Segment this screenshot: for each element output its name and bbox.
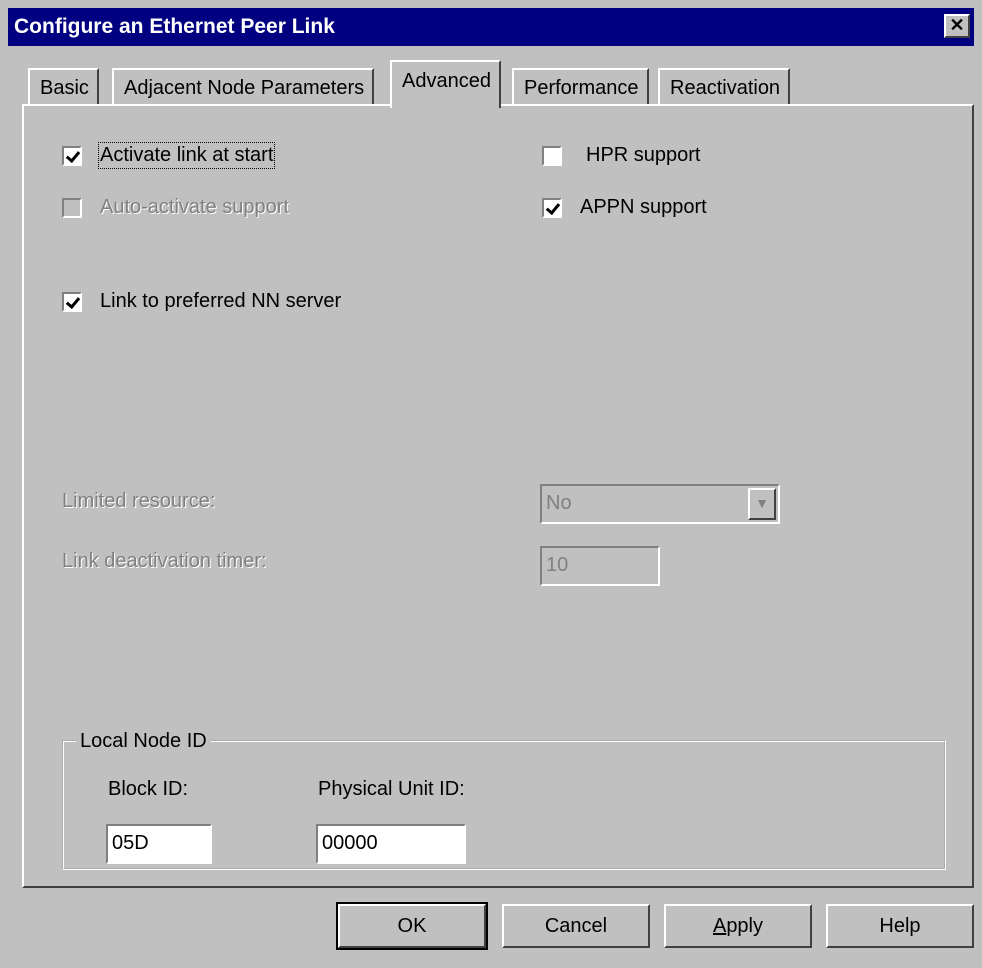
hpr-support-label: HPR support bbox=[586, 144, 701, 166]
activate-link-checkbox-box[interactable] bbox=[62, 145, 82, 166]
auto-activate-checkbox-box bbox=[62, 197, 82, 218]
block-id-label: Block ID: bbox=[108, 778, 189, 800]
deactivation-timer-label: Link deactivation timer: bbox=[62, 550, 267, 572]
activate-link-checkbox[interactable]: Activate link at start bbox=[62, 142, 276, 169]
physical-unit-id-input[interactable]: 00000 bbox=[316, 824, 466, 864]
dialog-window: Configure an Ethernet Peer Link ✕ Basic … bbox=[0, 0, 982, 968]
tab-basic[interactable]: Basic bbox=[28, 68, 99, 104]
limited-resource-dropdown: No ▼ bbox=[540, 484, 780, 524]
appn-support-label: APPN support bbox=[580, 196, 707, 218]
tab-adjacent-node-parameters[interactable]: Adjacent Node Parameters bbox=[112, 68, 375, 104]
help-button[interactable]: Help bbox=[826, 904, 974, 948]
local-node-id-title: Local Node ID bbox=[76, 730, 211, 753]
physical-unit-id-value: 00000 bbox=[322, 832, 378, 854]
preferred-nn-checkbox-box[interactable] bbox=[62, 291, 82, 312]
activate-link-label: Activate link at start bbox=[97, 142, 276, 169]
chevron-down-icon: ▼ bbox=[748, 488, 776, 520]
tab-performance[interactable]: Performance bbox=[512, 68, 649, 104]
tab-advanced[interactable]: Advanced bbox=[390, 60, 501, 108]
tab-reactivation[interactable]: Reactivation bbox=[658, 68, 791, 104]
deactivation-timer-input: 10 bbox=[540, 546, 660, 586]
apply-button[interactable]: Apply bbox=[664, 904, 812, 948]
close-icon[interactable]: ✕ bbox=[944, 14, 970, 38]
block-id-value: 05D bbox=[112, 832, 149, 854]
preferred-nn-checkbox[interactable]: Link to preferred NN server bbox=[62, 290, 341, 313]
auto-activate-checkbox: Auto-activate support bbox=[62, 196, 289, 219]
ok-button[interactable]: OK bbox=[336, 902, 488, 950]
appn-support-checkbox[interactable]: APPN support bbox=[542, 196, 707, 219]
preferred-nn-label: Link to preferred NN server bbox=[100, 290, 342, 312]
appn-support-checkbox-box[interactable] bbox=[542, 197, 562, 218]
title-bar[interactable]: Configure an Ethernet Peer Link ✕ bbox=[8, 8, 974, 46]
deactivation-timer-value: 10 bbox=[546, 554, 569, 576]
block-id-input[interactable]: 05D bbox=[106, 824, 212, 864]
cancel-button[interactable]: Cancel bbox=[502, 904, 650, 948]
window-title: Configure an Ethernet Peer Link bbox=[14, 15, 335, 38]
hpr-support-checkbox-box[interactable] bbox=[542, 145, 562, 166]
physical-unit-id-label: Physical Unit ID: bbox=[318, 778, 465, 800]
auto-activate-label: Auto-activate support bbox=[100, 196, 289, 218]
limited-resource-value: No bbox=[546, 492, 572, 514]
hpr-support-checkbox[interactable]: HPR support bbox=[542, 144, 701, 167]
limited-resource-label: Limited resource: bbox=[62, 490, 216, 512]
